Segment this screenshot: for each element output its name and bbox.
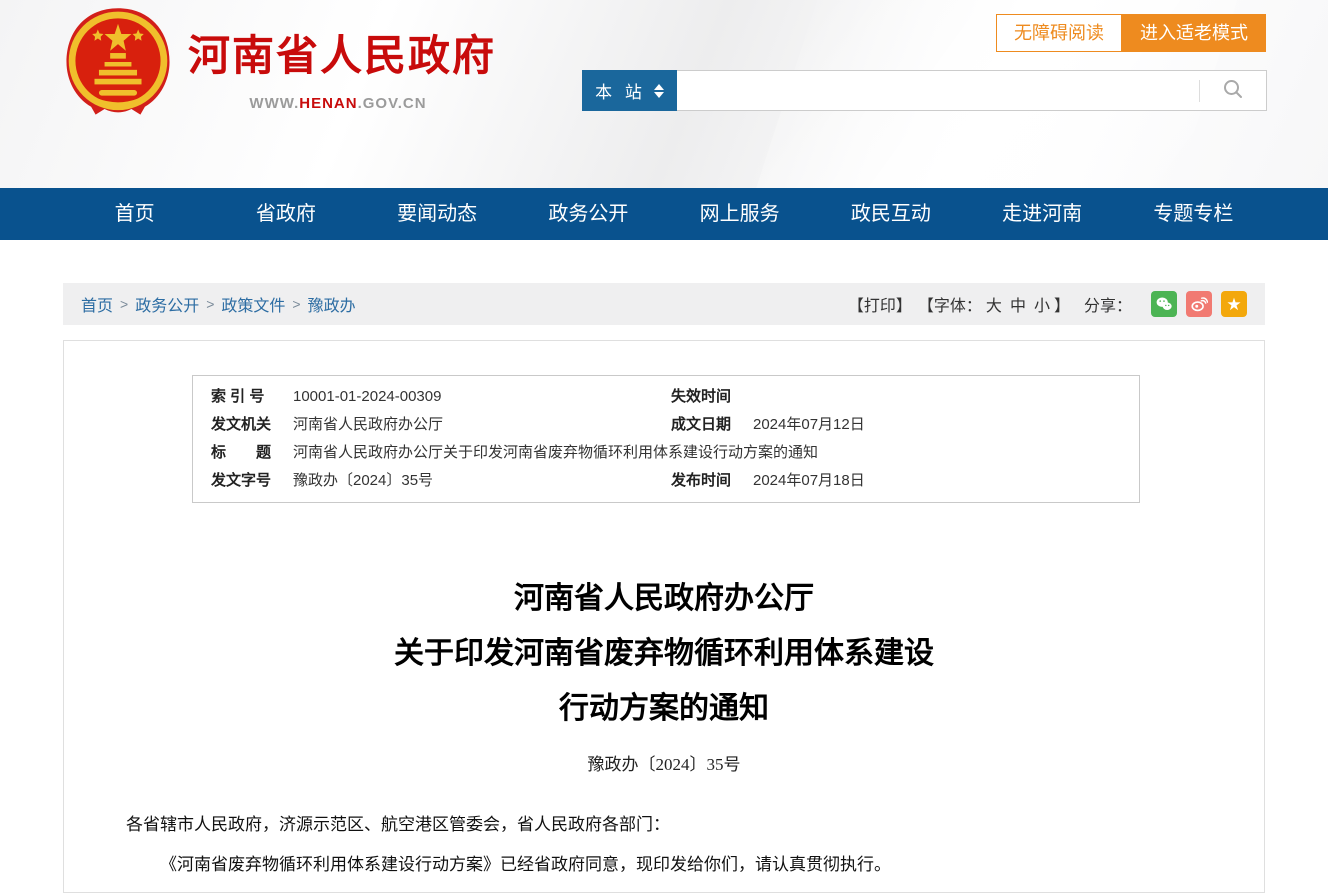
nav-item-disclosure[interactable]: 政务公开 bbox=[513, 188, 664, 240]
search-scope-dropdown[interactable]: 本 站 bbox=[582, 70, 677, 111]
document-title: 河南省人民政府办公厅 关于印发河南省废弃物循环利用体系建设 行动方案的通知 bbox=[64, 571, 1264, 736]
site-logo[interactable]: 河南省人民政府 WWW.HENAN.GOV.CN bbox=[62, 6, 488, 118]
search-icon bbox=[1222, 78, 1244, 103]
elder-mode-button[interactable]: 进入适老模式 bbox=[1122, 14, 1266, 52]
meta-title-label: 标 题 bbox=[211, 442, 293, 464]
breadcrumb-disclosure[interactable]: 政务公开 bbox=[135, 292, 199, 316]
meta-agency-value: 河南省人民政府办公厅 bbox=[293, 414, 671, 436]
nav-item-interaction[interactable]: 政民互动 bbox=[815, 188, 966, 240]
document-card: 索 引 号 10001-01-2024-00309 失效时间 发文机关 河南省人… bbox=[63, 340, 1265, 893]
breadcrumb: 首页 > 政务公开 > 政策文件 > 豫政办 bbox=[81, 292, 356, 316]
nav-item-news[interactable]: 要闻动态 bbox=[362, 188, 513, 240]
meta-written-value: 2024年07月12日 bbox=[753, 414, 1139, 436]
document-signature-block: 河南省人民政府办公厅 2024年7月12日 bbox=[64, 889, 1198, 893]
site-header: 河南省人民政府 WWW.HENAN.GOV.CN 无障碍阅读 进入适老模式 本 … bbox=[0, 0, 1328, 188]
document-title-line-1: 河南省人民政府办公厅 bbox=[64, 571, 1264, 626]
breadcrumb-policy-files[interactable]: 政策文件 bbox=[221, 292, 285, 316]
meta-title-value: 河南省人民政府办公厅关于印发河南省废弃物循环利用体系建设行动方案的通知 bbox=[293, 442, 1139, 464]
document-number: 豫政办〔2024〕35号 bbox=[64, 750, 1264, 775]
meta-docnum-value: 豫政办〔2024〕35号 bbox=[293, 470, 671, 492]
breadcrumb-yuzhengban[interactable]: 豫政办 bbox=[308, 292, 356, 316]
nav-item-about-henan[interactable]: 走进河南 bbox=[967, 188, 1118, 240]
document-paragraph-main: 《河南省废弃物循环利用体系建设行动方案》已经省政府同意，现印发给你们，请认真贯彻… bbox=[126, 845, 1202, 885]
dropdown-arrows-icon bbox=[654, 84, 664, 98]
site-url-suffix: .GOV.CN bbox=[358, 95, 427, 112]
wechat-share-icon[interactable] bbox=[1151, 291, 1177, 317]
header-mode-buttons: 无障碍阅读 进入适老模式 bbox=[996, 14, 1266, 52]
meta-index-label: 索 引 号 bbox=[211, 386, 293, 408]
font-size-control: 【字体： 大 中 小 】 bbox=[918, 292, 1070, 316]
nav-item-government[interactable]: 省政府 bbox=[210, 188, 361, 240]
page-tools: 【打印】 【字体： 大 中 小 】 分享： ★ bbox=[848, 291, 1247, 317]
meta-row-title: 标 题 河南省人民政府办公厅关于印发河南省废弃物循环利用体系建设行动方案的通知 bbox=[193, 439, 1139, 467]
print-button[interactable]: 【打印】 bbox=[848, 292, 912, 316]
document-body: 各省辖市人民政府，济源示范区、航空港区管委会，省人民政府各部门： 《河南省废弃物… bbox=[126, 805, 1202, 885]
meta-row-index-expire: 索 引 号 10001-01-2024-00309 失效时间 bbox=[193, 383, 1139, 411]
breadcrumb-separator: > bbox=[292, 296, 300, 312]
document-paragraph-salutation: 各省辖市人民政府，济源示范区、航空港区管委会，省人民政府各部门： bbox=[126, 805, 1202, 845]
breadcrumb-bar: 首页 > 政务公开 > 政策文件 > 豫政办 【打印】 【字体： 大 中 小 】… bbox=[63, 283, 1265, 325]
document-meta-table: 索 引 号 10001-01-2024-00309 失效时间 发文机关 河南省人… bbox=[192, 375, 1140, 503]
meta-publish-value: 2024年07月18日 bbox=[753, 470, 1139, 492]
meta-written-label: 成文日期 bbox=[671, 414, 753, 436]
national-emblem-icon bbox=[62, 6, 174, 118]
search-scope-label: 本 站 bbox=[595, 78, 646, 103]
font-label-suffix: 】 bbox=[1054, 292, 1070, 316]
meta-row-docnum-publish: 发文字号 豫政办〔2024〕35号 发布时间 2024年07月18日 bbox=[193, 467, 1139, 495]
meta-publish-label: 发布时间 bbox=[671, 470, 753, 492]
weibo-share-icon[interactable] bbox=[1186, 291, 1212, 317]
accessibility-reading-button[interactable]: 无障碍阅读 bbox=[996, 14, 1122, 52]
site-title: 河南省人民政府 bbox=[188, 22, 488, 83]
font-size-small[interactable]: 小 bbox=[1034, 292, 1050, 316]
site-search-bar: 本 站 bbox=[582, 70, 1267, 111]
site-url-prefix: WWW. bbox=[249, 95, 299, 112]
site-brand: 河南省人民政府 WWW.HENAN.GOV.CN bbox=[188, 6, 488, 112]
meta-row-agency-date: 发文机关 河南省人民政府办公厅 成文日期 2024年07月12日 bbox=[193, 411, 1139, 439]
document-title-line-2: 关于印发河南省废弃物循环利用体系建设 bbox=[64, 626, 1264, 681]
font-label-prefix: 【字体： bbox=[918, 292, 982, 316]
document-title-line-3: 行动方案的通知 bbox=[64, 681, 1264, 736]
site-url-highlight: HENAN bbox=[299, 95, 357, 112]
font-size-medium[interactable]: 中 bbox=[1010, 292, 1026, 316]
font-size-large[interactable]: 大 bbox=[986, 292, 1002, 316]
meta-agency-label: 发文机关 bbox=[211, 414, 293, 436]
main-navigation: 首页 省政府 要闻动态 政务公开 网上服务 政民互动 走进河南 专题专栏 bbox=[0, 188, 1328, 240]
breadcrumb-separator: > bbox=[120, 296, 128, 312]
meta-expire-label: 失效时间 bbox=[671, 386, 753, 408]
search-input[interactable] bbox=[677, 71, 1199, 110]
breadcrumb-separator: > bbox=[206, 296, 214, 312]
meta-index-value: 10001-01-2024-00309 bbox=[293, 386, 671, 408]
document-signature: 河南省人民政府办公厅 bbox=[64, 889, 1198, 893]
favorite-star-icon[interactable]: ★ bbox=[1221, 291, 1247, 317]
nav-item-specials[interactable]: 专题专栏 bbox=[1118, 188, 1269, 240]
share-label: 分享： bbox=[1084, 292, 1132, 316]
nav-item-services[interactable]: 网上服务 bbox=[664, 188, 815, 240]
site-url: WWW.HENAN.GOV.CN bbox=[188, 95, 488, 112]
breadcrumb-home[interactable]: 首页 bbox=[81, 292, 113, 316]
meta-docnum-label: 发文字号 bbox=[211, 470, 293, 492]
nav-item-home[interactable]: 首页 bbox=[59, 188, 210, 240]
meta-expire-value bbox=[753, 386, 1139, 408]
search-button[interactable] bbox=[1200, 71, 1266, 110]
